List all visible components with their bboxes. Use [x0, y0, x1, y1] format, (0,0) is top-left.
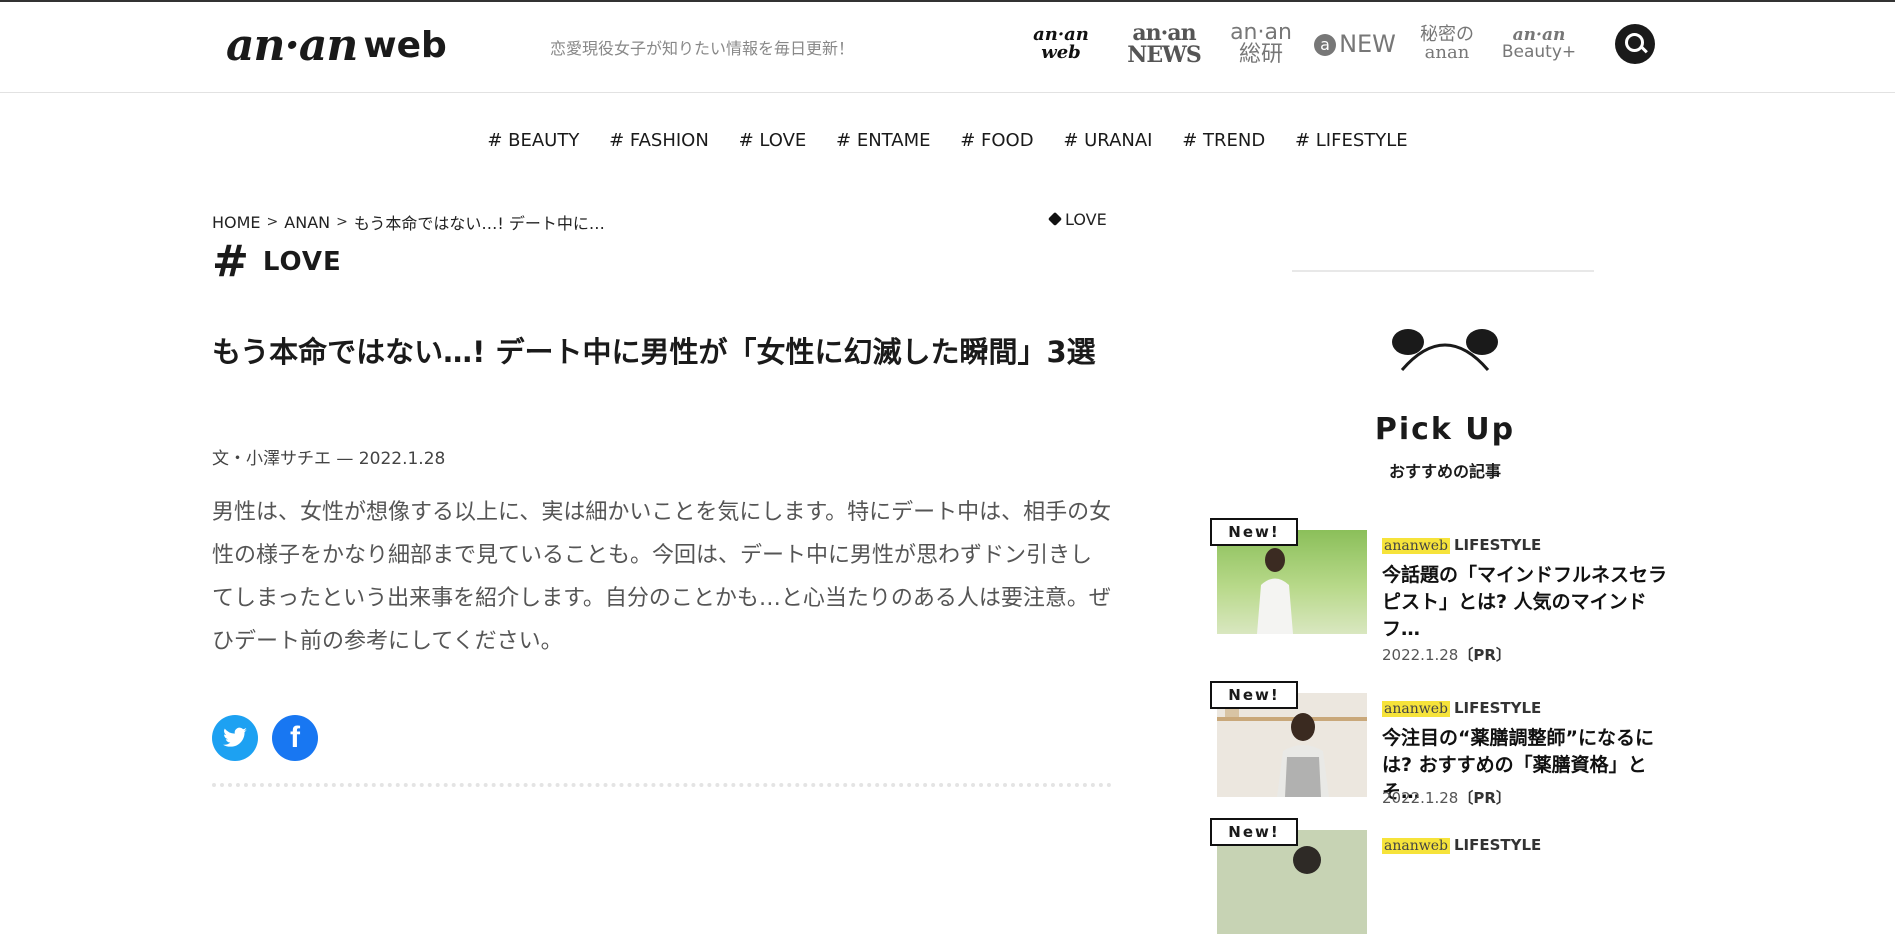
category-name: LOVE	[262, 247, 342, 277]
brand-anew-link[interactable]: a NEW	[1310, 32, 1400, 56]
card-category: LIFESTYLE	[1453, 836, 1542, 854]
breadcrumb-anan[interactable]: ANAN	[284, 213, 330, 232]
brand-beauty-link[interactable]: an·an Beauty+	[1494, 27, 1584, 61]
nav-item-fashion[interactable]: # FASHION	[609, 130, 709, 151]
article-lead: 男性は、女性が想像する以上に、実は細かいことを気にします。特にデート中は、相手の…	[212, 500, 1112, 654]
brand-anannews-link[interactable]: an·an NEWS	[1116, 22, 1212, 66]
facebook-icon: f	[290, 721, 300, 754]
pickup-card[interactable]: New! ananweb LIFESTYLE 今注目の“薬膳調整師”になるには? …	[1210, 681, 1680, 811]
breadcrumb-home[interactable]: HOME	[212, 213, 261, 232]
facebook-share-button[interactable]: f	[272, 715, 318, 761]
card-date-text: 2022.1.28	[1382, 646, 1459, 664]
card-meta: ananweb LIFESTYLE	[1382, 836, 1541, 854]
brand-ananweb-link[interactable]: an·an web	[1020, 26, 1102, 62]
brand-beauty-bottom: Beauty+	[1501, 42, 1577, 62]
card-site-label: ananweb	[1382, 538, 1450, 554]
card-site-label: ananweb	[1382, 838, 1450, 854]
nav-item-food[interactable]: # FOOD	[960, 130, 1033, 151]
card-site-label: ananweb	[1382, 701, 1450, 717]
twitter-share-button[interactable]	[212, 715, 258, 761]
new-badge: New!	[1210, 681, 1298, 709]
twitter-icon	[223, 727, 247, 747]
article-tag-link[interactable]: LOVE	[1047, 210, 1107, 229]
new-badge: New!	[1210, 518, 1298, 546]
site-header: an·an web 恋愛現役女子が知りたい情報を毎日更新！ an·an web …	[0, 2, 1895, 93]
search-icon[interactable]	[1615, 24, 1655, 64]
chevron-right-icon: >	[266, 214, 279, 230]
pickup-subtitle: おすすめの記事	[1388, 462, 1501, 481]
nav-item-entame[interactable]: # ENTAME	[836, 130, 930, 151]
nav-item-lifestyle[interactable]: # LIFESTYLE	[1295, 130, 1408, 151]
sidebar-divider	[1292, 270, 1594, 272]
pickup-card[interactable]: New! ananweb LIFESTYLE	[1210, 818, 1680, 948]
card-pr-label: 〔PR〕	[1458, 646, 1511, 664]
breadcrumb: HOME > ANAN > もう本命ではない…! デート中に…	[212, 210, 605, 234]
breadcrumb-current: もう本命ではない…! デート中に…	[353, 214, 605, 233]
brand-ananweb-bottom: web	[1041, 42, 1081, 63]
new-badge: New!	[1210, 818, 1298, 846]
card-pr-label: 〔PR〕	[1458, 789, 1511, 807]
chevron-right-icon: >	[336, 214, 348, 230]
card-title: 今話題の「マインドフルネスセラピスト」とは? 人気のマインドフ…	[1382, 564, 1668, 640]
nav-item-love[interactable]: # LOVE	[739, 130, 807, 151]
nav-item-trend[interactable]: # TREND	[1182, 130, 1265, 151]
category-heading: # LOVE	[212, 240, 342, 284]
site-logo[interactable]: an·an web	[226, 18, 447, 74]
bear-ears-icon	[1392, 329, 1498, 371]
card-meta: ananweb LIFESTYLE	[1382, 536, 1541, 554]
logo-anan: an·an	[226, 20, 358, 71]
dotted-divider	[212, 783, 1112, 787]
pickup-title: Pick Up	[1374, 412, 1516, 447]
site-tagline: 恋愛現役女子が知りたい情報を毎日更新！	[550, 39, 855, 58]
anew-icon: a	[1314, 34, 1337, 56]
logo-web: web	[363, 25, 447, 66]
card-meta: ananweb LIFESTYLE	[1382, 699, 1541, 717]
pickup-card[interactable]: New! ananweb LIFESTYLE 今話題の「マインドフルネスセラピスト…	[1210, 518, 1680, 664]
card-date: 2022.1.28〔PR〕	[1382, 644, 1511, 665]
article-tag-label: LOVE	[1065, 210, 1107, 229]
hash-icon: #	[212, 236, 249, 287]
article-byline: 文・小澤サチエ — 2022.1.28	[212, 449, 446, 469]
card-date-text: 2022.1.28	[1382, 789, 1459, 807]
nav-item-beauty[interactable]: # BEAUTY	[487, 130, 579, 151]
tag-icon	[1047, 211, 1063, 227]
article-title: もう本命ではない…! デート中に男性が「女性に幻滅した瞬間」3選	[212, 335, 1096, 369]
brand-himitsu-link[interactable]: 秘密のanan	[1414, 26, 1480, 62]
share-buttons: f	[212, 715, 332, 761]
brand-anansoken-link[interactable]: an·an 総研	[1226, 22, 1296, 66]
category-nav: # BEAUTY # FASHION # LOVE # ENTAME # FOO…	[0, 130, 1895, 151]
card-category: LIFESTYLE	[1453, 536, 1542, 554]
brand-links: an·an web an·an NEWS an·an 総研 a NEW 秘密のan…	[1020, 20, 1598, 68]
brand-anew-text: NEW	[1339, 30, 1396, 58]
nav-item-uranai[interactable]: # URANAI	[1063, 130, 1152, 151]
card-date: 2022.1.28〔PR〕	[1382, 787, 1511, 808]
card-category: LIFESTYLE	[1453, 699, 1542, 717]
